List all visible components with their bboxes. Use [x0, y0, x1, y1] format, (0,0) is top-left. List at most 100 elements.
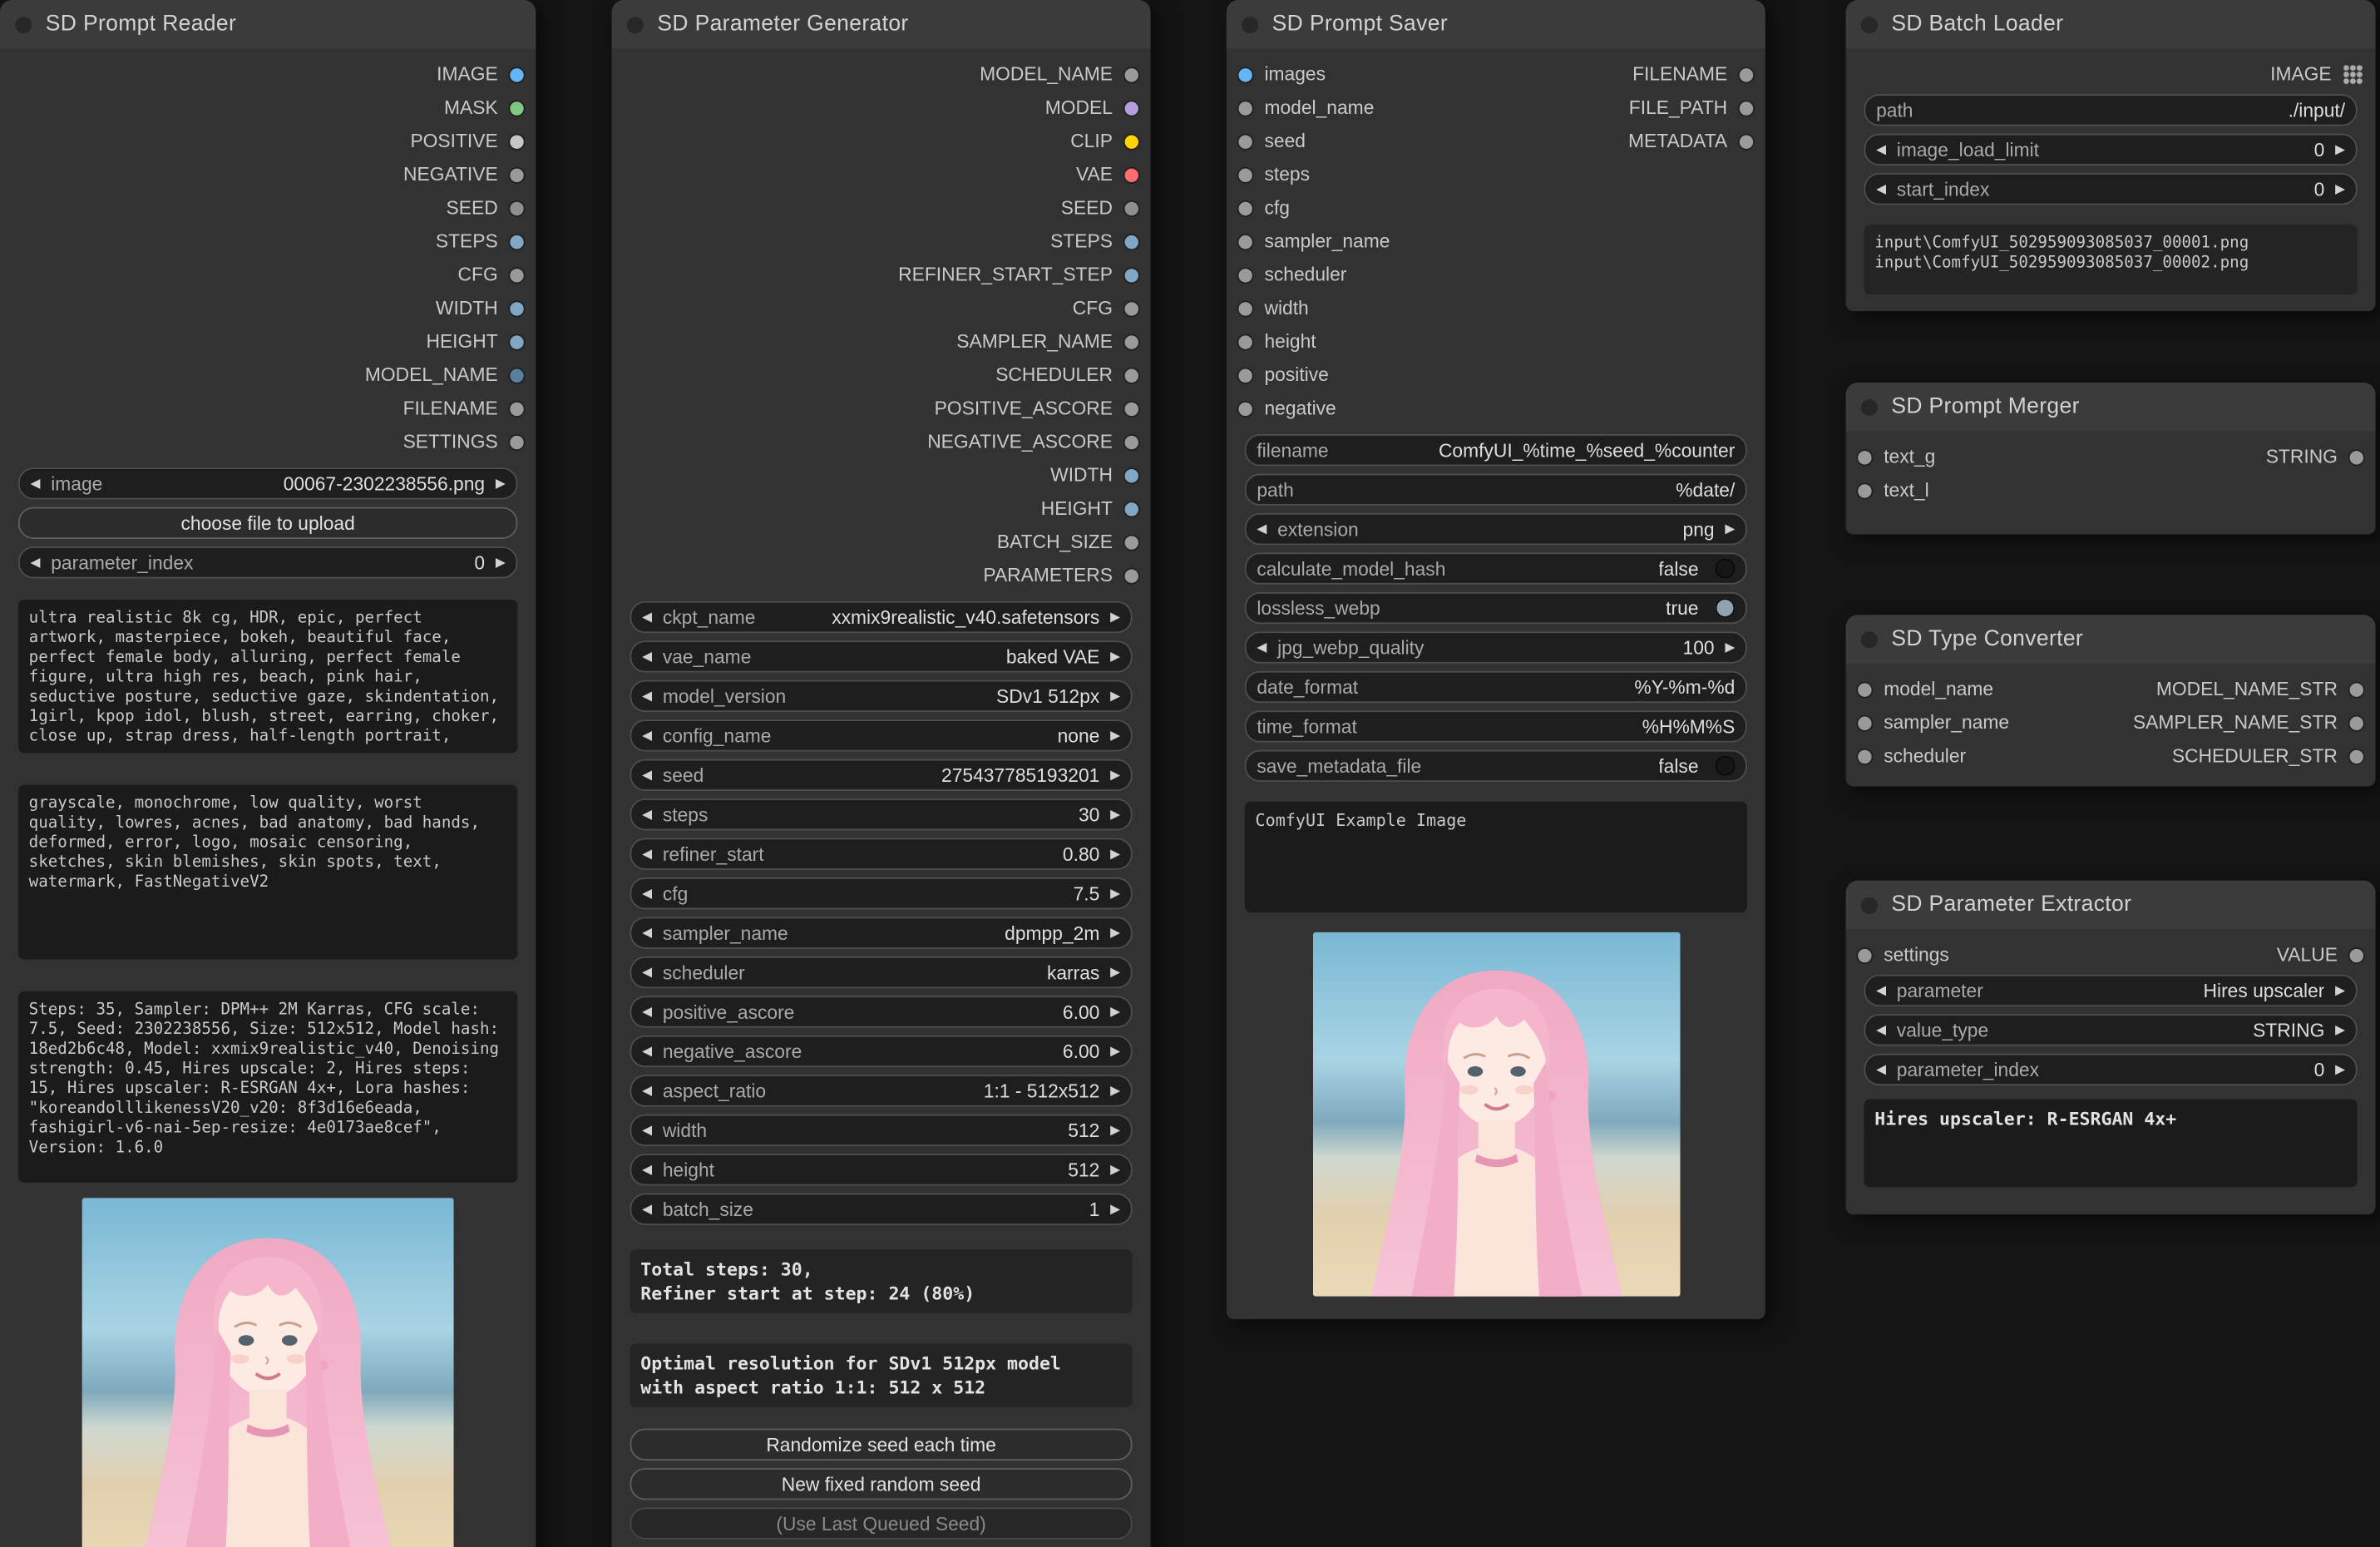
node-widget[interactable]: image 00067-2302238556.png — [18, 467, 518, 499]
output-port[interactable] — [510, 67, 523, 81]
increment-arrow-icon[interactable] — [1110, 848, 1120, 861]
collapse-dot-icon[interactable] — [1861, 630, 1878, 647]
increment-arrow-icon[interactable] — [1110, 689, 1120, 703]
node-widget[interactable]: vae_name baked VAE — [630, 640, 1132, 672]
node-title-bar[interactable]: SD Parameter Extractor — [1846, 881, 2376, 929]
toggle-dot-icon[interactable] — [1716, 559, 1736, 579]
node-widget[interactable]: Randomize seed each time — [630, 1429, 1132, 1461]
node-sd-batch-loader[interactable]: SD Batch Loader IMAGE path ./input/ imag… — [1846, 0, 2376, 311]
input-port[interactable] — [1238, 235, 1252, 248]
increment-arrow-icon[interactable] — [2335, 143, 2345, 156]
output-port[interactable] — [1125, 268, 1138, 281]
node-widget[interactable]: start_index 0 — [1864, 173, 2357, 205]
node-sd-parameter-extractor[interactable]: SD Parameter Extractor settings VALUE pa… — [1846, 881, 2376, 1215]
input-port[interactable] — [1238, 402, 1252, 415]
output-port[interactable] — [1125, 67, 1138, 81]
increment-arrow-icon[interactable] — [1110, 1006, 1120, 1019]
node-widget[interactable]: height 512 — [630, 1154, 1132, 1185]
loaded-files-textarea[interactable]: input\ComfyUI_502959093085037_00001.png … — [1864, 225, 2357, 294]
collapse-dot-icon[interactable] — [1861, 16, 1878, 32]
collapse-dot-icon[interactable] — [1861, 897, 1878, 913]
node-widget[interactable]: calculate_model_hash false — [1245, 552, 1747, 584]
output-port[interactable] — [1125, 168, 1138, 181]
decrement-arrow-icon[interactable] — [642, 1124, 652, 1137]
increment-arrow-icon[interactable] — [1110, 927, 1120, 940]
input-port[interactable] — [1238, 135, 1252, 148]
node-title-bar[interactable]: SD Parameter Generator — [612, 0, 1151, 48]
node-title-bar[interactable]: SD Prompt Merger — [1846, 383, 2376, 431]
decrement-arrow-icon[interactable] — [642, 966, 652, 979]
input-port[interactable] — [1858, 716, 1871, 729]
node-widget[interactable]: parameter_index 0 — [18, 546, 518, 578]
increment-arrow-icon[interactable] — [2335, 1024, 2345, 1037]
output-port[interactable] — [1740, 67, 1753, 81]
decrement-arrow-icon[interactable] — [642, 610, 652, 624]
node-widget[interactable]: time_format %H%M%S — [1245, 710, 1747, 742]
node-title-bar[interactable]: SD Batch Loader — [1846, 0, 2376, 48]
increment-arrow-icon[interactable] — [496, 556, 506, 570]
node-widget[interactable]: path %date/ — [1245, 473, 1747, 505]
output-port[interactable] — [1125, 468, 1138, 482]
decrement-arrow-icon[interactable] — [642, 689, 652, 703]
increment-arrow-icon[interactable] — [2335, 182, 2345, 195]
node-widget[interactable]: jpg_webp_quality 100 — [1245, 631, 1747, 663]
decrement-arrow-icon[interactable] — [642, 927, 652, 940]
increment-arrow-icon[interactable] — [1725, 641, 1735, 655]
output-port[interactable] — [510, 235, 523, 248]
input-port[interactable] — [1238, 301, 1252, 314]
output-port[interactable] — [1125, 235, 1138, 248]
collapse-dot-icon[interactable] — [1242, 16, 1258, 32]
node-sd-parameter-generator[interactable]: SD Parameter Generator MODEL_NAME MODEL … — [612, 0, 1151, 1547]
increment-arrow-icon[interactable] — [1110, 610, 1120, 624]
decrement-arrow-icon[interactable] — [642, 1085, 652, 1098]
output-port[interactable] — [510, 368, 523, 382]
decrement-arrow-icon[interactable] — [31, 556, 41, 570]
decrement-arrow-icon[interactable] — [31, 477, 41, 491]
output-port[interactable] — [1125, 402, 1138, 415]
output-port[interactable] — [2350, 749, 2363, 763]
node-widget[interactable]: cfg 7.5 — [630, 877, 1132, 909]
negative-prompt-textarea[interactable]: grayscale, monochrome, low quality, wors… — [18, 785, 518, 960]
node-widget[interactable]: save_metadata_file false — [1245, 750, 1747, 782]
node-widget[interactable]: positive_ascore 6.00 — [630, 996, 1132, 1027]
input-port[interactable] — [1858, 682, 1871, 695]
output-port[interactable] — [2350, 450, 2363, 463]
input-port[interactable] — [1238, 368, 1252, 382]
list-output-grid-icon[interactable] — [2343, 65, 2363, 85]
output-port[interactable] — [1125, 535, 1138, 548]
collapse-dot-icon[interactable] — [15, 16, 32, 32]
node-widget[interactable]: scheduler karras — [630, 956, 1132, 988]
output-port[interactable] — [1125, 334, 1138, 348]
output-port[interactable] — [2350, 682, 2363, 695]
extracted-value-textarea[interactable]: Hires upscaler: R-ESRGAN 4x+ — [1864, 1100, 2357, 1188]
input-port[interactable] — [1858, 948, 1871, 961]
increment-arrow-icon[interactable] — [1110, 650, 1120, 664]
output-port[interactable] — [1125, 502, 1138, 515]
increment-arrow-icon[interactable] — [1110, 887, 1120, 900]
increment-arrow-icon[interactable] — [2335, 1063, 2345, 1076]
collapse-dot-icon[interactable] — [1861, 398, 1878, 415]
input-port[interactable] — [1858, 483, 1871, 497]
decrement-arrow-icon[interactable] — [642, 650, 652, 664]
node-widget[interactable]: value_type STRING — [1864, 1014, 2357, 1045]
node-widget[interactable]: aspect_ratio 1:1 - 512x512 — [630, 1075, 1132, 1106]
node-widget[interactable]: choose file to upload — [18, 507, 518, 539]
increment-arrow-icon[interactable] — [2335, 984, 2345, 997]
node-widget[interactable]: ckpt_name xxmix9realistic_v40.safetensor… — [630, 601, 1132, 633]
node-widget[interactable]: parameter Hires upscaler — [1864, 975, 2357, 1006]
node-widget[interactable]: batch_size 1 — [630, 1194, 1132, 1225]
node-widget[interactable]: refiner_start 0.80 — [630, 838, 1132, 870]
node-title-bar[interactable]: SD Type Converter — [1846, 615, 2376, 663]
decrement-arrow-icon[interactable] — [642, 1203, 652, 1216]
input-port[interactable] — [1238, 101, 1252, 114]
decrement-arrow-icon[interactable] — [642, 769, 652, 782]
output-port[interactable] — [510, 101, 523, 114]
node-widget[interactable]: filename ComfyUI_%time_%seed_%counter — [1245, 434, 1747, 466]
node-widget[interactable]: New fixed random seed — [630, 1468, 1132, 1500]
decrement-arrow-icon[interactable] — [642, 1045, 652, 1058]
node-title-bar[interactable]: SD Prompt Saver — [1227, 0, 1765, 48]
node-widget[interactable]: extension png — [1245, 513, 1747, 545]
node-widget[interactable]: lossless_webp true — [1245, 592, 1747, 624]
decrement-arrow-icon[interactable] — [642, 808, 652, 822]
increment-arrow-icon[interactable] — [1110, 1164, 1120, 1177]
